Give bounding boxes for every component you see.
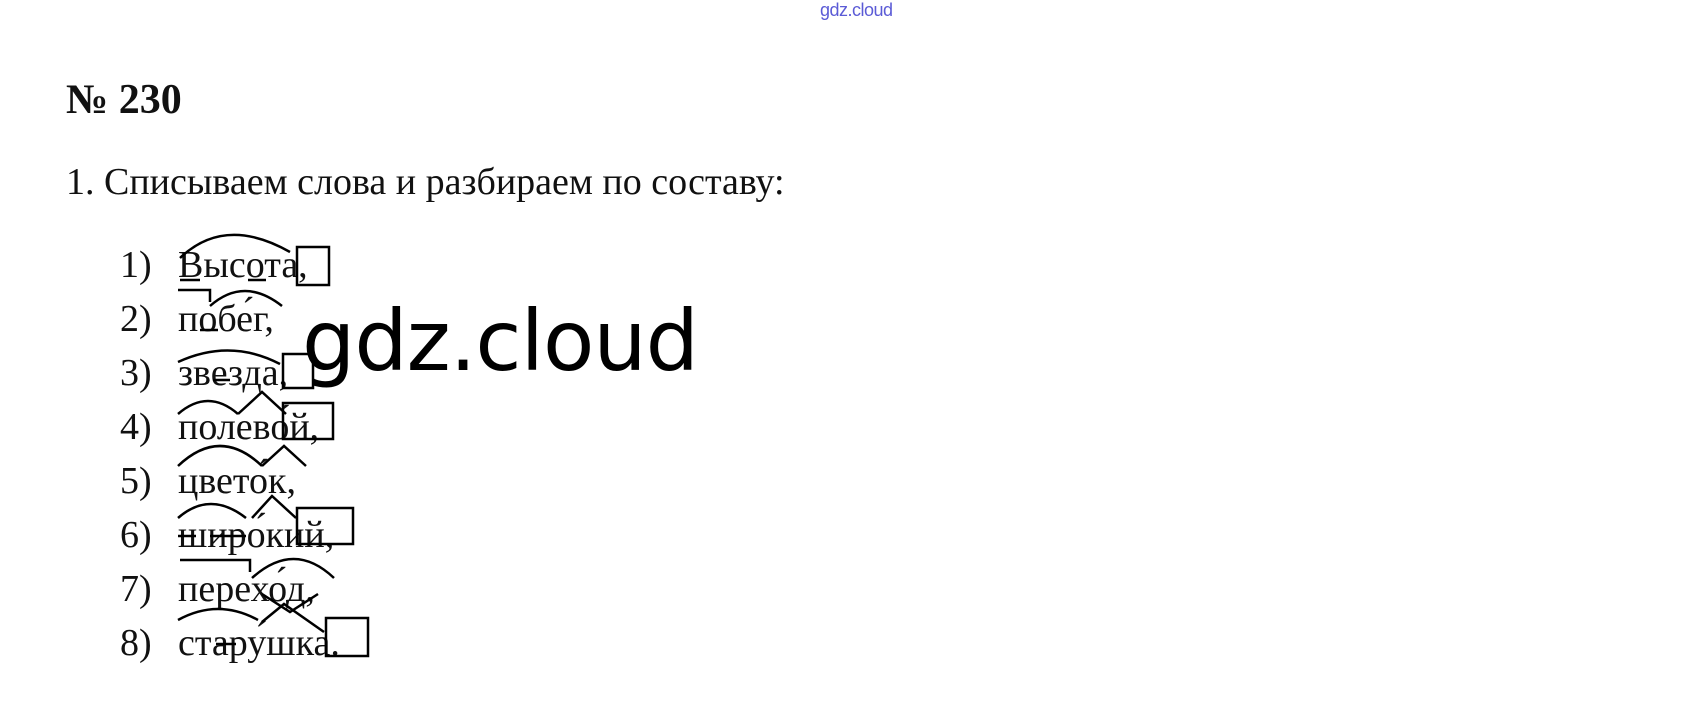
list-item: 6) широ́кий,	[120, 508, 340, 562]
item-word: широ́кий,	[178, 514, 335, 556]
item-word: звезда,	[178, 352, 289, 394]
list-item: 5) цвето́к,	[120, 454, 340, 508]
item-word: побе́г,	[178, 298, 274, 340]
exercise-instruction: 1. Списываем слова и разбираем по состав…	[66, 161, 785, 203]
item-number: 6)	[120, 514, 152, 556]
item-number: 5)	[120, 460, 152, 502]
list-item: 4) полево́й,	[120, 400, 340, 454]
exercise-number: № 230	[66, 77, 182, 123]
item-number: 8)	[120, 622, 152, 664]
item-number: 7)	[120, 568, 152, 610]
item-number: 3)	[120, 352, 152, 394]
item-word: стару́шка.	[178, 622, 340, 664]
watermark-center: gdz.cloud	[302, 292, 699, 390]
item-word: Высота,	[178, 244, 308, 286]
list-item: 1) Высота,	[120, 238, 340, 292]
item-word: цвето́к,	[178, 460, 296, 502]
item-word: перехо́д,	[178, 568, 315, 610]
item-number: 1)	[120, 244, 152, 286]
list-item: 8) стару́шка.	[120, 616, 340, 670]
item-word: полево́й,	[178, 406, 320, 448]
item-number: 2)	[120, 298, 152, 340]
watermark-top: gdz.cloud	[820, 0, 893, 20]
item-number: 4)	[120, 406, 152, 448]
list-item: 7) перехо́д,	[120, 562, 340, 616]
